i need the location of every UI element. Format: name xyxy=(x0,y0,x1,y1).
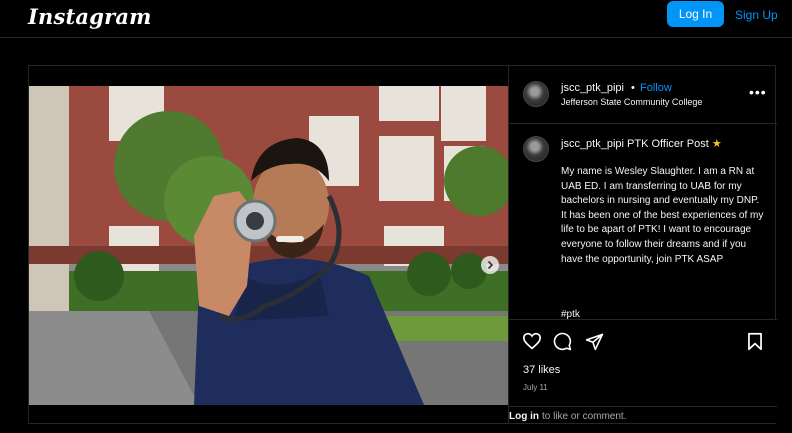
follow-button[interactable]: Follow xyxy=(640,82,672,94)
bookmark-icon[interactable] xyxy=(747,332,763,351)
login-prompt: Log in to like or comment. xyxy=(509,406,777,424)
login-button[interactable]: Log In xyxy=(667,1,724,27)
separator-dot: • xyxy=(631,82,635,94)
post-date: July 11 xyxy=(523,383,548,392)
post-actions: 37 likes July 11 Log in to like or comme… xyxy=(509,319,777,423)
post-card: jscc_ptk_pipi • Follow Jefferson State C… xyxy=(28,65,777,424)
signup-link[interactable]: Sign Up xyxy=(735,8,778,22)
post-image[interactable] xyxy=(29,86,508,405)
username-link[interactable]: jscc_ptk_pipi xyxy=(561,82,624,94)
login-link[interactable]: Log in xyxy=(509,411,539,422)
caption-header: jscc_ptk_pipi PTK Officer Post ★ xyxy=(561,137,722,150)
caption-title: PTK Officer Post xyxy=(627,138,709,150)
caption-text: My name is Wesley Slaughter. I am a RN a… xyxy=(561,166,764,265)
more-options-icon[interactable]: ••• xyxy=(749,84,767,100)
likes-count[interactable]: 37 likes xyxy=(523,364,560,376)
top-navigation-bar: Instagram Log In Sign Up xyxy=(0,0,792,38)
caption-avatar[interactable] xyxy=(523,136,549,162)
post-header: jscc_ptk_pipi • Follow Jefferson State C… xyxy=(509,66,777,124)
location-link[interactable]: Jefferson State Community College xyxy=(561,97,702,107)
login-prompt-text: to like or comment. xyxy=(542,411,627,422)
heart-icon[interactable] xyxy=(522,332,542,350)
post-sidebar: jscc_ptk_pipi • Follow Jefferson State C… xyxy=(508,66,777,423)
photo-illustration xyxy=(29,86,508,405)
instagram-logo[interactable]: Instagram xyxy=(28,4,152,29)
share-icon[interactable] xyxy=(585,332,604,351)
avatar[interactable] xyxy=(523,81,549,107)
comment-icon[interactable] xyxy=(553,332,572,351)
star-icon: ★ xyxy=(711,138,722,150)
chevron-right-icon xyxy=(487,260,494,270)
caption-username[interactable]: jscc_ptk_pipi xyxy=(561,138,624,150)
carousel-next-button[interactable] xyxy=(481,256,499,274)
